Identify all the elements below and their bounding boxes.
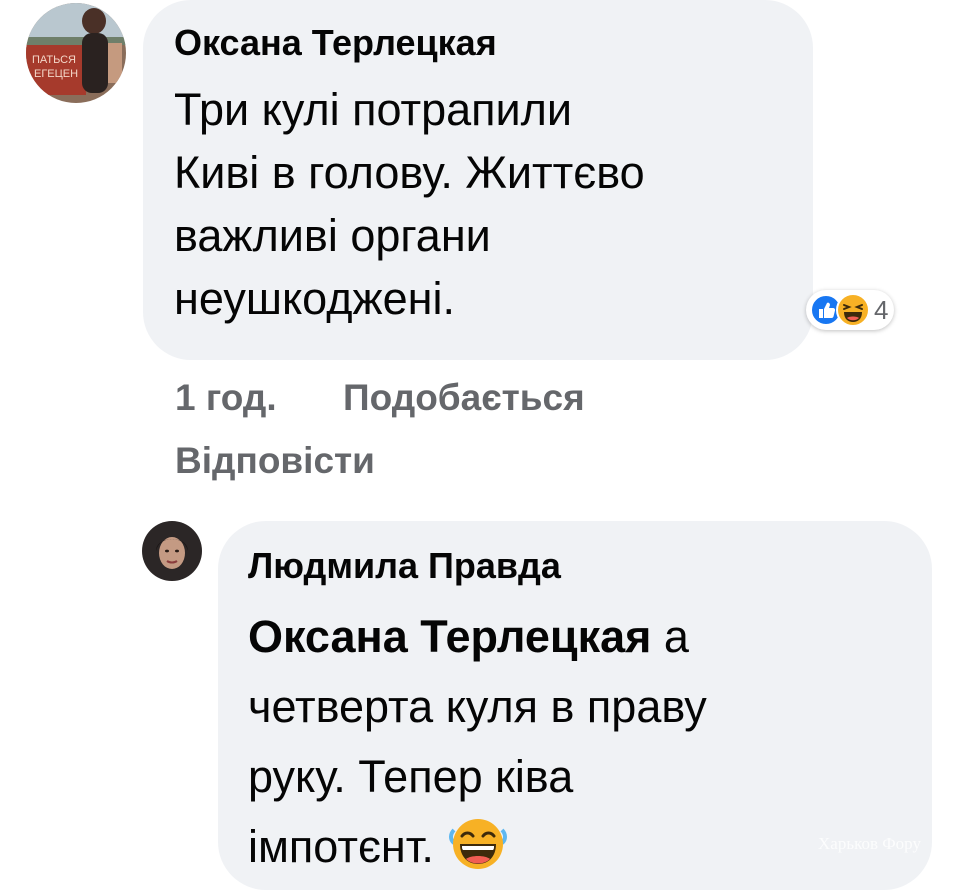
reactions-summary[interactable]: 4 (806, 290, 895, 330)
svg-text:ЕГЕЦЕН: ЕГЕЦЕН (34, 68, 78, 80)
comment-text-line: руку. Тепер ківа (248, 751, 574, 802)
comment-text-line: Оксана Терлецкая а (248, 602, 707, 672)
comment-text: Оксана Терлецкая а четверта куля в праву… (248, 602, 707, 882)
watermark: Харьков Фору (818, 834, 921, 853)
avatar[interactable]: ПАТЬСЯ ЕГЕЦЕН (26, 3, 126, 103)
comment-author[interactable]: Оксана Терлецкая (174, 22, 497, 64)
mention-link[interactable]: Оксана Терлецкая (248, 611, 651, 662)
comment-text-fragment: імпотєнт. (248, 821, 434, 872)
comment-text-line: неушкоджені. (174, 273, 455, 324)
avatar[interactable] (142, 521, 202, 581)
like-button[interactable]: Подобається (343, 377, 585, 419)
comment-text-line: Киві в голову. Життєво (174, 147, 645, 198)
reactions-count: 4 (874, 294, 889, 325)
haha-icon (448, 816, 508, 872)
svg-text:ПАТЬСЯ: ПАТЬСЯ (32, 54, 76, 66)
comment-text-line: важливі органи (174, 210, 491, 261)
comment-text-fragment: а (651, 611, 689, 662)
haha-icon (836, 293, 870, 327)
comment-author[interactable]: Людмила Правда (248, 545, 561, 587)
comment-text: Три кулі потрапили Киві в голову. Життєв… (174, 78, 645, 330)
comment-text-line: четверта куля в праву (248, 681, 707, 732)
comment-timestamp[interactable]: 1 год. (175, 377, 277, 419)
reply-button[interactable]: Відповісти (175, 440, 375, 482)
comment-text-line: імпотєнт. (248, 812, 707, 882)
comment-text-line: Три кулі потрапили (174, 84, 573, 135)
